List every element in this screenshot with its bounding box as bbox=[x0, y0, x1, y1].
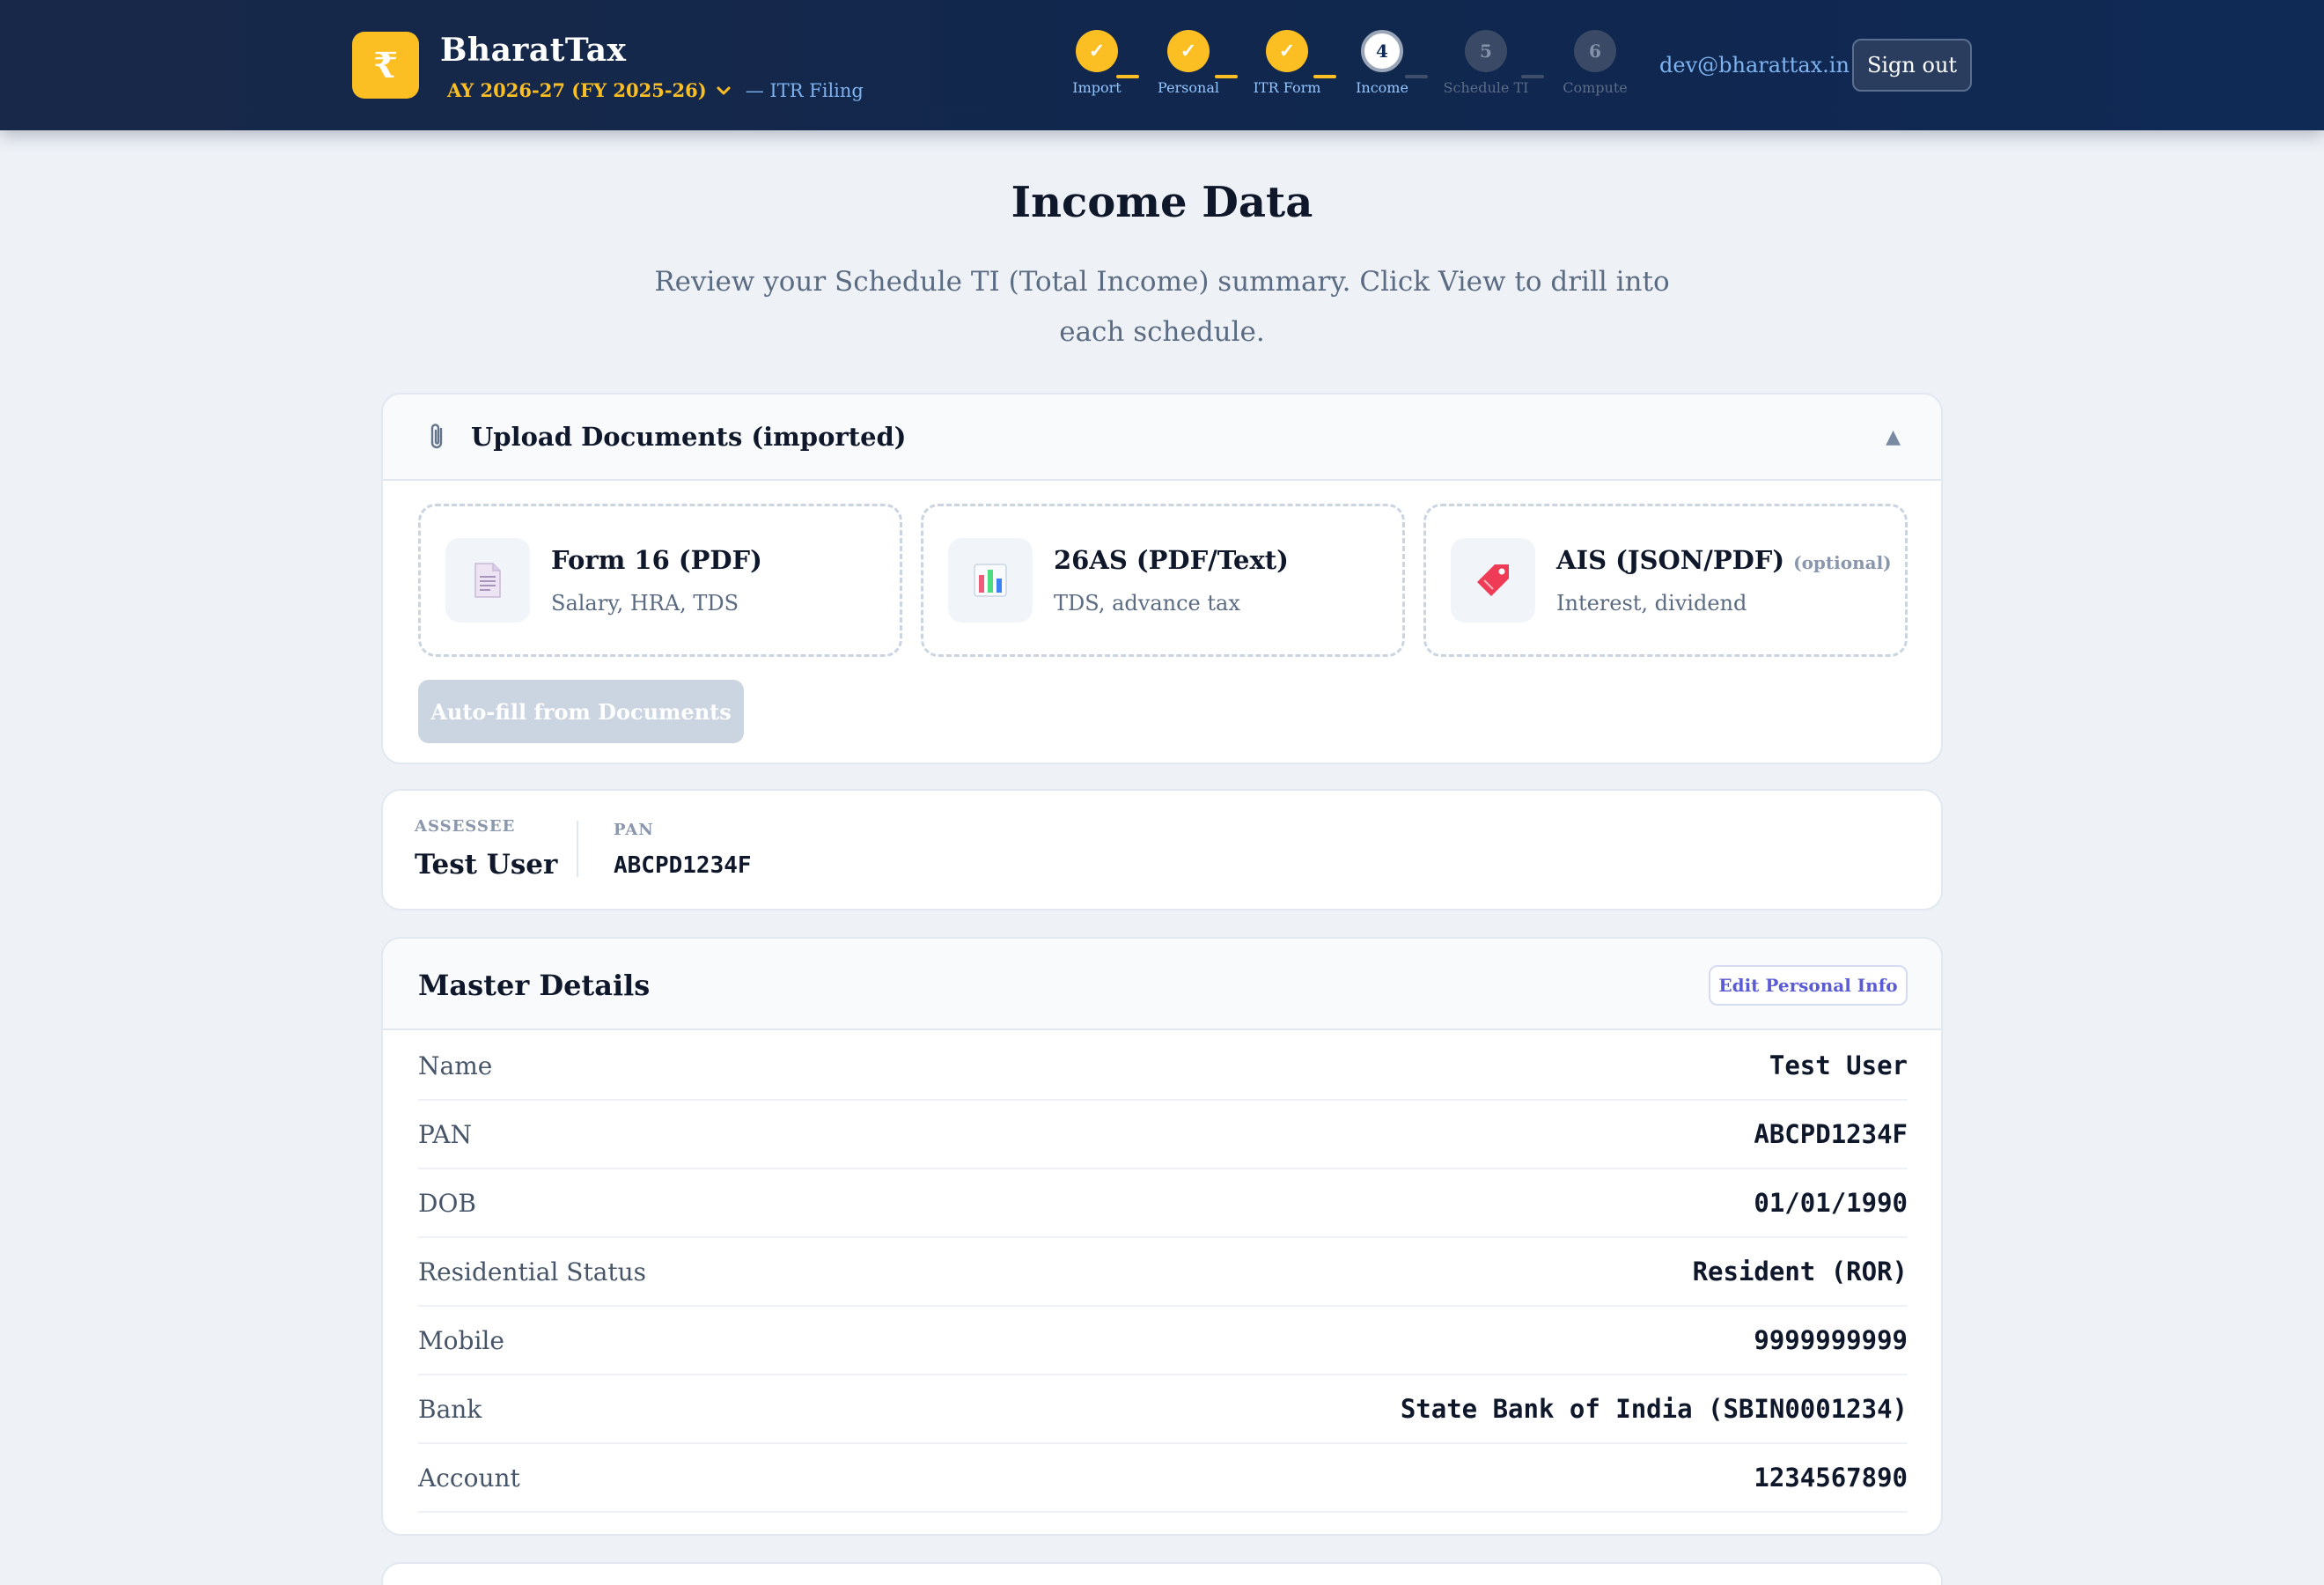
detail-value: ABCPD1234F bbox=[1754, 1119, 1908, 1149]
document-icon bbox=[445, 538, 530, 623]
detail-label: Residential Status bbox=[418, 1257, 647, 1286]
form16-upload[interactable]: Form 16 (PDF) Salary, HRA, TDS bbox=[418, 504, 902, 657]
step-compute[interactable]: 6 Compute bbox=[1542, 30, 1648, 96]
master-details-title: Master Details bbox=[418, 969, 651, 1002]
chevron-down-icon bbox=[717, 86, 731, 94]
doc-title-text: AIS (JSON/PDF) bbox=[1556, 545, 1785, 575]
detail-label: PAN bbox=[418, 1119, 472, 1149]
doc-description: Salary, HRA, TDS bbox=[551, 591, 739, 616]
assessment-year-label: AY 2026-27 (FY 2025-26) bbox=[447, 79, 707, 101]
step-label: Schedule TI bbox=[1443, 79, 1529, 96]
page-subtitle: Review your Schedule TI (Total Income) s… bbox=[654, 266, 1670, 348]
detail-value: 9999999999 bbox=[1754, 1325, 1908, 1355]
step-import[interactable]: ✓ Import bbox=[1044, 30, 1150, 96]
itr-filing-label: — ITR Filing bbox=[745, 79, 864, 101]
step-label: Import bbox=[1072, 79, 1122, 96]
step-personal[interactable]: ✓ Personal bbox=[1136, 30, 1241, 96]
step-label: Income bbox=[1356, 79, 1408, 96]
master-details-header: Master Details Edit Personal Info bbox=[383, 939, 1941, 1030]
paperclip-icon bbox=[430, 424, 443, 449]
rupee-glyph: ₹ bbox=[373, 44, 398, 86]
step-label: Personal bbox=[1158, 79, 1219, 96]
detail-label: DOB bbox=[418, 1188, 476, 1218]
brand-name: BharatTax bbox=[440, 32, 627, 69]
optional-badge: (optional) bbox=[1793, 552, 1892, 573]
collapse-icon[interactable]: ▲ bbox=[1886, 426, 1901, 448]
step-number: 4 bbox=[1361, 30, 1403, 72]
check-icon: ✓ bbox=[1266, 30, 1308, 72]
detail-value: Test User bbox=[1769, 1051, 1908, 1080]
next-section-card bbox=[381, 1562, 1943, 1585]
doc-title: 26AS (PDF/Text) bbox=[1054, 545, 1289, 575]
upload-documents-title: Upload Documents (imported) bbox=[471, 422, 907, 452]
autofill-button[interactable]: Auto-fill from Documents bbox=[418, 680, 744, 743]
step-income[interactable]: 4 Income bbox=[1329, 30, 1435, 96]
detail-label: Bank bbox=[418, 1394, 482, 1424]
user-email: dev@bharattax.in bbox=[1659, 53, 1850, 77]
step-itr-form[interactable]: ✓ ITR Form bbox=[1234, 30, 1340, 96]
form26as-upload[interactable]: 26AS (PDF/Text) TDS, advance tax bbox=[921, 504, 1405, 657]
check-icon: ✓ bbox=[1076, 30, 1118, 72]
bar-chart-icon bbox=[948, 538, 1033, 623]
assessee-summary-card: ASSESSEE Test User PAN ABCPD1234F bbox=[381, 789, 1943, 910]
divider bbox=[577, 821, 578, 877]
assessee-label: ASSESSEE bbox=[415, 817, 516, 836]
detail-label: Account bbox=[418, 1463, 520, 1493]
detail-value: 01/01/1990 bbox=[1754, 1188, 1908, 1218]
progress-stepper: ✓ Import ✓ Personal ✓ ITR Form 4 Income … bbox=[1048, 25, 1646, 104]
pan-label: PAN bbox=[614, 821, 654, 839]
detail-row-residential-status: Residential Status Resident (ROR) bbox=[418, 1238, 1908, 1307]
check-icon: ✓ bbox=[1167, 30, 1210, 72]
step-schedule-ti[interactable]: 5 Schedule TI bbox=[1433, 30, 1539, 96]
master-details-card: Master Details Edit Personal Info Name T… bbox=[381, 937, 1943, 1536]
detail-value: Resident (ROR) bbox=[1692, 1257, 1908, 1286]
ais-upload[interactable]: AIS (JSON/PDF) (optional) Interest, divid… bbox=[1423, 504, 1908, 657]
step-label: ITR Form bbox=[1253, 79, 1321, 96]
step-connector bbox=[1521, 75, 1544, 78]
doc-description: TDS, advance tax bbox=[1054, 591, 1240, 616]
upload-documents-card: Upload Documents (imported) ▲ Form 16 (P… bbox=[381, 393, 1943, 764]
detail-row-name: Name Test User bbox=[418, 1032, 1908, 1101]
sign-out-button[interactable]: Sign out bbox=[1852, 39, 1972, 92]
assessment-year-row: AY 2026-27 (FY 2025-26) — ITR Filing bbox=[447, 79, 864, 101]
doc-title: AIS (JSON/PDF) (optional) bbox=[1556, 545, 1892, 575]
detail-label: Name bbox=[418, 1051, 493, 1080]
detail-value: State Bank of India (SBIN0001234) bbox=[1400, 1394, 1908, 1424]
doc-title: Form 16 (PDF) bbox=[551, 545, 762, 575]
step-number: 5 bbox=[1465, 30, 1507, 72]
tag-icon bbox=[1451, 538, 1535, 623]
assessment-year-select[interactable]: AY 2026-27 (FY 2025-26) bbox=[447, 79, 746, 101]
upload-documents-header[interactable]: Upload Documents (imported) ▲ bbox=[383, 394, 1941, 481]
assessee-pan: ABCPD1234F bbox=[614, 852, 752, 879]
edit-personal-info-button[interactable]: Edit Personal Info bbox=[1709, 965, 1908, 1006]
detail-row-mobile: Mobile 9999999999 bbox=[418, 1307, 1908, 1375]
step-label: Compute bbox=[1563, 79, 1628, 96]
detail-label: Mobile bbox=[418, 1325, 504, 1355]
doc-description: Interest, dividend bbox=[1556, 591, 1747, 616]
step-number: 6 bbox=[1574, 30, 1616, 72]
detail-row-account: Account 1234567890 bbox=[418, 1444, 1908, 1513]
page-title: Income Data bbox=[1011, 178, 1313, 227]
step-connector bbox=[1405, 75, 1428, 78]
master-details-list: Name Test User PAN ABCPD1234F DOB 01/01/… bbox=[418, 1032, 1908, 1513]
detail-value: 1234567890 bbox=[1754, 1463, 1908, 1493]
top-bar: ₹ BharatTax AY 2026-27 (FY 2025-26) — IT… bbox=[0, 0, 2324, 130]
detail-row-pan: PAN ABCPD1234F bbox=[418, 1101, 1908, 1169]
assessee-name: Test User bbox=[415, 849, 558, 881]
detail-row-bank: Bank State Bank of India (SBIN0001234) bbox=[418, 1375, 1908, 1444]
detail-row-dob: DOB 01/01/1990 bbox=[418, 1169, 1908, 1238]
rupee-logo-icon: ₹ bbox=[352, 32, 419, 99]
